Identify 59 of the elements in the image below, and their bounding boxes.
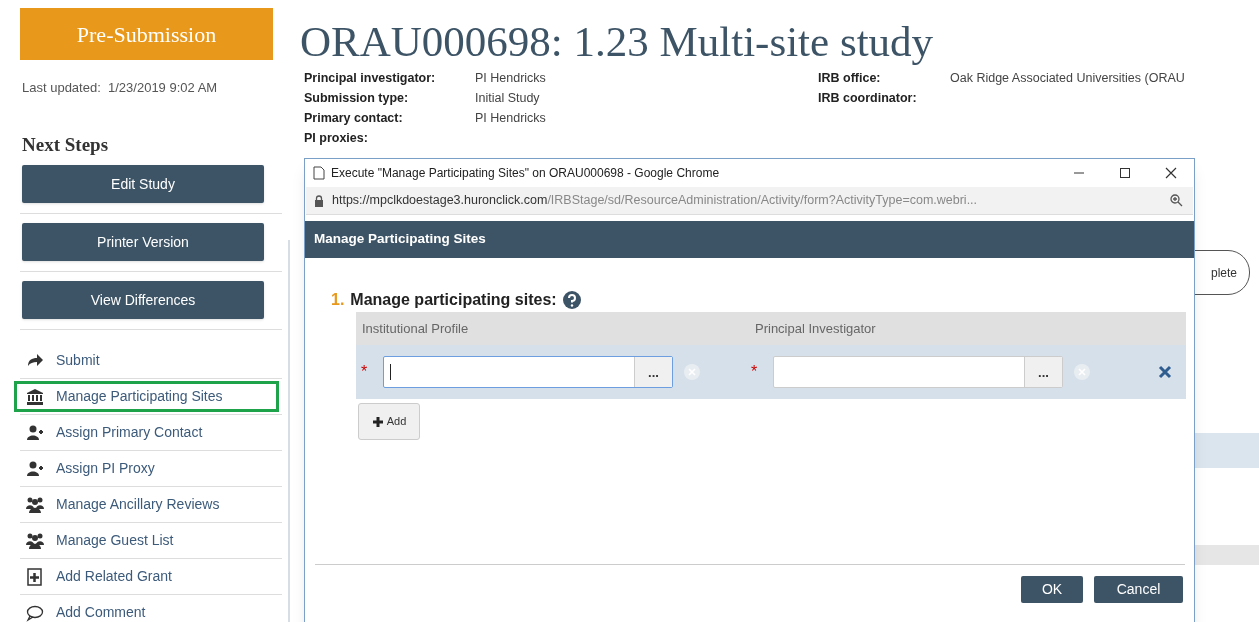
lock-icon bbox=[314, 194, 324, 207]
input-field[interactable]: ... bbox=[773, 356, 1063, 388]
close-icon bbox=[1165, 167, 1177, 179]
column-header: Institutional Profile bbox=[361, 319, 470, 338]
action-link[interactable]: Submit bbox=[56, 350, 100, 371]
browse-button[interactable]: ... bbox=[1024, 357, 1062, 387]
action-link[interactable]: Assign PI Proxy bbox=[56, 458, 155, 479]
action-link[interactable]: Assign Primary Contact bbox=[56, 422, 203, 443]
url-text: https://mpclkdoestage3.huronclick.com/IRBStage/sd/ResourceAdministration/Activity/form?ActivityType=com.webri... bbox=[332, 192, 978, 210]
field-value: PI Hendricks bbox=[475, 69, 546, 87]
action-button[interactable]: Edit Study bbox=[22, 165, 264, 203]
required-mark: * bbox=[751, 364, 759, 380]
speech-bubble-icon bbox=[26, 603, 44, 622]
question-number: 1. bbox=[331, 290, 345, 310]
field-label: PI proxies: bbox=[304, 129, 369, 147]
field-value: PI Hendricks bbox=[475, 109, 546, 127]
ok-button[interactable]: OK bbox=[1021, 576, 1083, 603]
field-label: Principal investigator: bbox=[304, 69, 437, 87]
document-plus-icon bbox=[26, 567, 44, 586]
help-icon bbox=[562, 291, 581, 309]
column-header: Principal Investigator bbox=[754, 319, 877, 338]
action-link[interactable]: Manage Participating Sites bbox=[56, 386, 223, 407]
bank-icon bbox=[26, 387, 44, 406]
field-label: IRB coordinator: bbox=[818, 89, 918, 107]
status-badge: Pre-Submission bbox=[20, 8, 273, 60]
add-button[interactable]: Add bbox=[358, 403, 420, 440]
last-updated: Last updated: 1/23/2019 9:02 AM bbox=[22, 79, 219, 97]
study-title: ORAU000698: 1.23 Multi-site study bbox=[300, 17, 934, 67]
clear-icon bbox=[1073, 363, 1091, 381]
required-mark: * bbox=[361, 364, 369, 380]
user-plus-icon bbox=[26, 423, 44, 442]
action-button[interactable]: Printer Version bbox=[22, 223, 264, 261]
field-label: Submission type: bbox=[304, 89, 410, 107]
field-label: IRB office: bbox=[818, 69, 882, 87]
action-button[interactable]: View Differences bbox=[22, 281, 264, 319]
dialog-title: Manage Participating Sites bbox=[314, 230, 486, 249]
remove-row-button[interactable] bbox=[1158, 364, 1174, 380]
page-icon bbox=[313, 166, 325, 180]
action-link[interactable]: Manage Ancillary Reviews bbox=[56, 494, 220, 515]
maximize-icon bbox=[1119, 167, 1131, 179]
people-icon bbox=[26, 531, 44, 550]
field-label: Primary contact: bbox=[304, 109, 404, 127]
user-plus-icon bbox=[26, 459, 44, 478]
zoom-icon bbox=[1170, 194, 1183, 207]
question-text: Manage participating sites: bbox=[350, 290, 557, 310]
input-field[interactable]: ... bbox=[383, 356, 673, 388]
action-link[interactable]: Manage Guest List bbox=[56, 530, 174, 551]
cancel-button[interactable]: Cancel bbox=[1094, 576, 1183, 603]
text-cursor bbox=[390, 364, 391, 380]
field-value: Oak Ridge Associated Universities (ORAU bbox=[950, 69, 1185, 87]
next-steps-heading: Next Steps bbox=[22, 132, 110, 157]
people-icon bbox=[26, 495, 44, 514]
action-link[interactable]: Add Related Grant bbox=[56, 566, 172, 587]
window-title: Execute "Manage Participating Sites" on ORAU000698 - Google Chrome bbox=[331, 165, 720, 182]
plus-icon bbox=[371, 415, 384, 428]
field-value: Initial Study bbox=[475, 89, 540, 107]
action-link[interactable]: Add Comment bbox=[56, 602, 146, 622]
browse-button[interactable]: ... bbox=[634, 357, 672, 387]
clear-icon bbox=[683, 363, 701, 381]
